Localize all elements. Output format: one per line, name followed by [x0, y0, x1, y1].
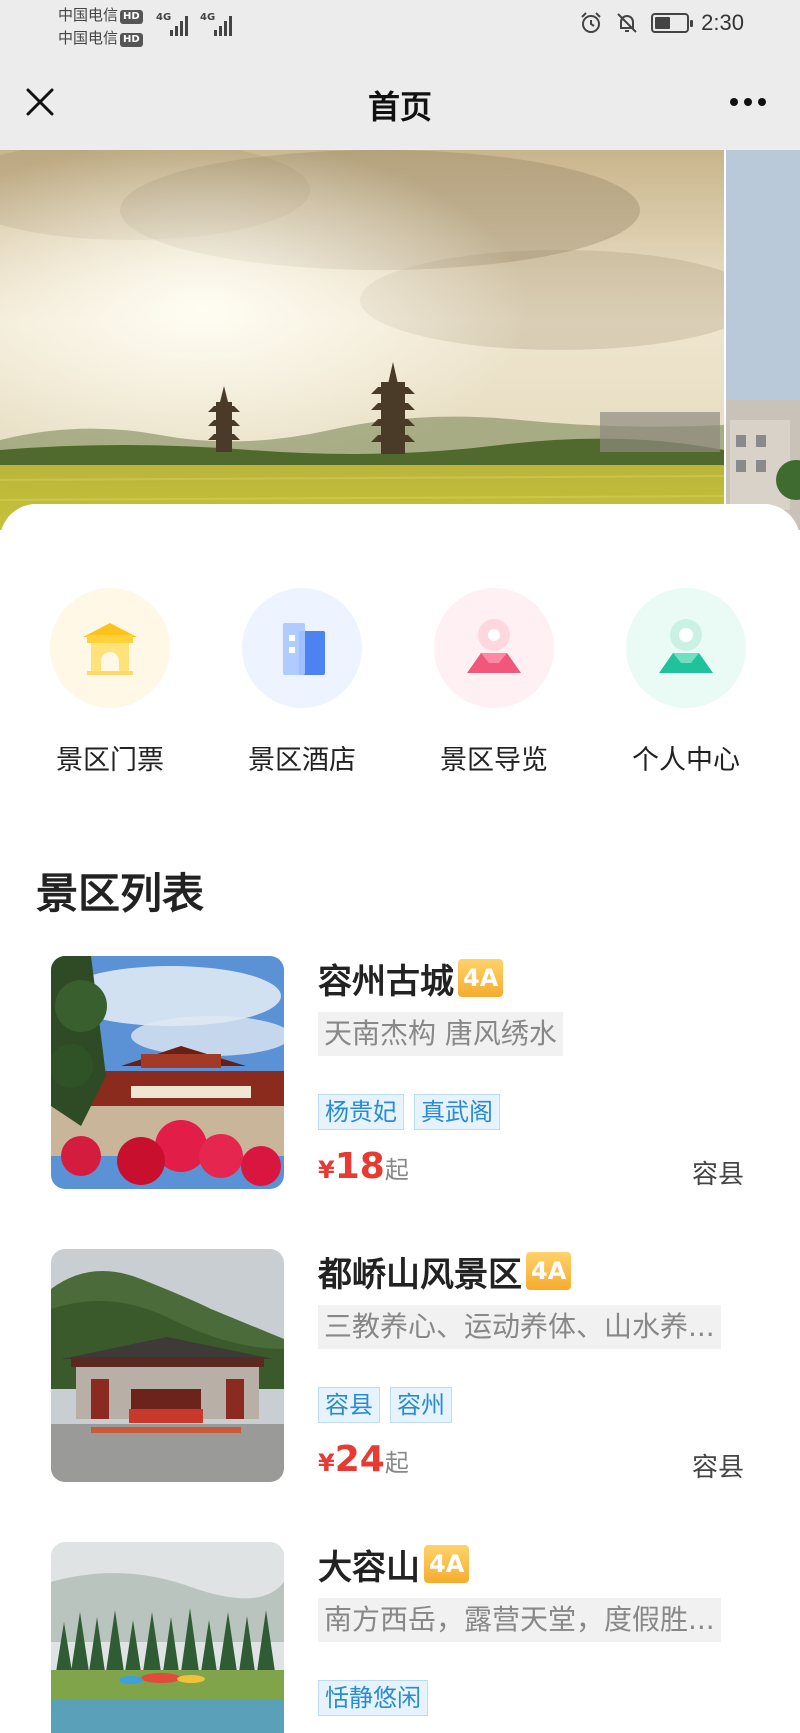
hd-badge: HD	[120, 33, 143, 47]
clock: 2:30	[701, 10, 744, 35]
level-badge: 4A	[526, 1252, 572, 1290]
scenic-thumbnail[interactable]	[51, 1249, 284, 1482]
quick-entry-label: 个人中心	[632, 745, 740, 776]
tag[interactable]: 恬静悠闲	[318, 1680, 428, 1716]
scenic-location: 容县	[691, 1453, 744, 1483]
scenic-slogan: 三教养心、运动养体、山水养...	[318, 1305, 721, 1349]
banner-slide-pagoda-field[interactable]	[0, 150, 724, 530]
level-badge: 4A	[424, 1545, 470, 1583]
level-badge: 4A	[458, 959, 504, 997]
alarm-icon	[581, 12, 601, 33]
section-title: 景区列表	[36, 869, 205, 918]
banner-slide-next[interactable]	[726, 150, 800, 530]
signal-bars-2-icon	[214, 14, 232, 36]
carrier-1: 中国电信 HD	[58, 6, 143, 24]
currency-symbol: ¥	[318, 1156, 335, 1184]
tag[interactable]: 真武阁	[414, 1094, 500, 1130]
scenic-thumbnail[interactable]	[51, 956, 284, 1189]
carrier-2-name: 中国电信	[58, 29, 119, 47]
scenic-slogan: 天南杰构 唐风绣水	[318, 1012, 563, 1056]
scenic-name: 都峤山风景区	[318, 1254, 522, 1295]
scenic-tags: 杨贵妃 真武阁	[318, 1094, 750, 1132]
quick-entry-hotels[interactable]: 景区酒店	[212, 588, 392, 777]
battery-icon	[651, 13, 694, 33]
signal-bars-1-icon	[170, 14, 188, 36]
scenic-card[interactable]: 都峤山风景区 4A 三教养心、运动养体、山水养... 容县 容州 ¥24起 容县	[0, 1249, 800, 1489]
quick-entry-label: 景区导览	[440, 745, 548, 776]
scenic-name: 大容山	[318, 1547, 420, 1588]
banner-carousel[interactable]	[0, 150, 800, 530]
price: 18	[334, 1146, 385, 1187]
scenic-name-row: 容州古城 4A	[318, 956, 750, 1002]
quick-entry-icon-bg	[434, 588, 554, 708]
price-suffix: 起	[384, 1449, 409, 1477]
quick-entry-icon-bg	[626, 588, 746, 708]
quick-entry-label: 景区门票	[56, 745, 164, 776]
user-icon	[659, 619, 713, 673]
scenic-thumbnail[interactable]	[51, 1542, 284, 1733]
scenic-tags: 容县 容州	[318, 1387, 750, 1425]
quick-entry-label: 景区酒店	[248, 745, 356, 776]
scenic-name-row: 大容山 4A	[318, 1542, 750, 1588]
quick-entry-guide[interactable]: 景区导览	[404, 588, 584, 777]
price: 24	[334, 1439, 385, 1480]
price-suffix: 起	[384, 1156, 409, 1184]
more-menu-icon[interactable]	[730, 98, 766, 106]
tag[interactable]: 容县	[318, 1387, 380, 1423]
scenic-name-row: 都峤山风景区 4A	[318, 1249, 750, 1295]
network-type-1: 4G	[156, 12, 172, 23]
hd-badge: HD	[120, 10, 143, 24]
quick-entry-profile[interactable]: 个人中心	[596, 588, 776, 777]
price-row: ¥24起 容县	[318, 1439, 750, 1485]
scenic-tags: 恬静悠闲	[318, 1680, 750, 1718]
scenic-info: 大容山 4A 南方西岳，露营天堂，度假胜... 恬静悠闲	[318, 1542, 750, 1718]
network-type-2: 4G	[200, 12, 216, 23]
status-bar: 中国电信 HD 中国电信 HD 4G 4G 2:30	[0, 0, 800, 56]
quick-entry-icon-bg	[242, 588, 362, 708]
gate-icon	[83, 623, 137, 675]
nav-bar: 首页	[0, 56, 800, 150]
map-pin-icon	[467, 619, 521, 673]
tag[interactable]: 杨贵妃	[318, 1094, 404, 1130]
quick-entry-icon-bg	[50, 588, 170, 708]
price-row: ¥18起 容县	[318, 1146, 750, 1192]
page-title: 首页	[367, 88, 432, 126]
scenic-location: 容县	[691, 1160, 744, 1190]
battery-level	[655, 17, 671, 29]
tag[interactable]: 容州	[390, 1387, 452, 1423]
carrier-1-name: 中国电信	[58, 6, 119, 24]
content-sheet: 景区门票 景区酒店 景区导览 个人中心 景区列表 容州古城 4A 天南杰构 唐风…	[0, 504, 800, 1733]
scenic-info: 都峤山风景区 4A 三教养心、运动养体、山水养... 容县 容州 ¥24起 容县	[318, 1249, 750, 1485]
status-right: 2:30	[579, 10, 744, 36]
scenic-card[interactable]: 大容山 4A 南方西岳，露营天堂，度假胜... 恬静悠闲	[0, 1542, 800, 1733]
hotel-building-icon	[283, 623, 325, 675]
scenic-slogan: 南方西岳，露营天堂，度假胜...	[318, 1598, 721, 1642]
carrier-2: 中国电信 HD	[58, 29, 143, 47]
scenic-info: 容州古城 4A 天南杰构 唐风绣水 杨贵妃 真武阁 ¥18起 容县	[318, 956, 750, 1192]
mute-bell-icon	[617, 13, 637, 33]
scenic-name: 容州古城	[318, 961, 454, 1002]
quick-entry-grid: 景区门票 景区酒店 景区导览 个人中心	[0, 588, 800, 788]
quick-entry-tickets[interactable]: 景区门票	[20, 588, 200, 777]
scenic-card[interactable]: 容州古城 4A 天南杰构 唐风绣水 杨贵妃 真武阁 ¥18起 容县	[0, 956, 800, 1196]
currency-symbol: ¥	[318, 1449, 335, 1477]
